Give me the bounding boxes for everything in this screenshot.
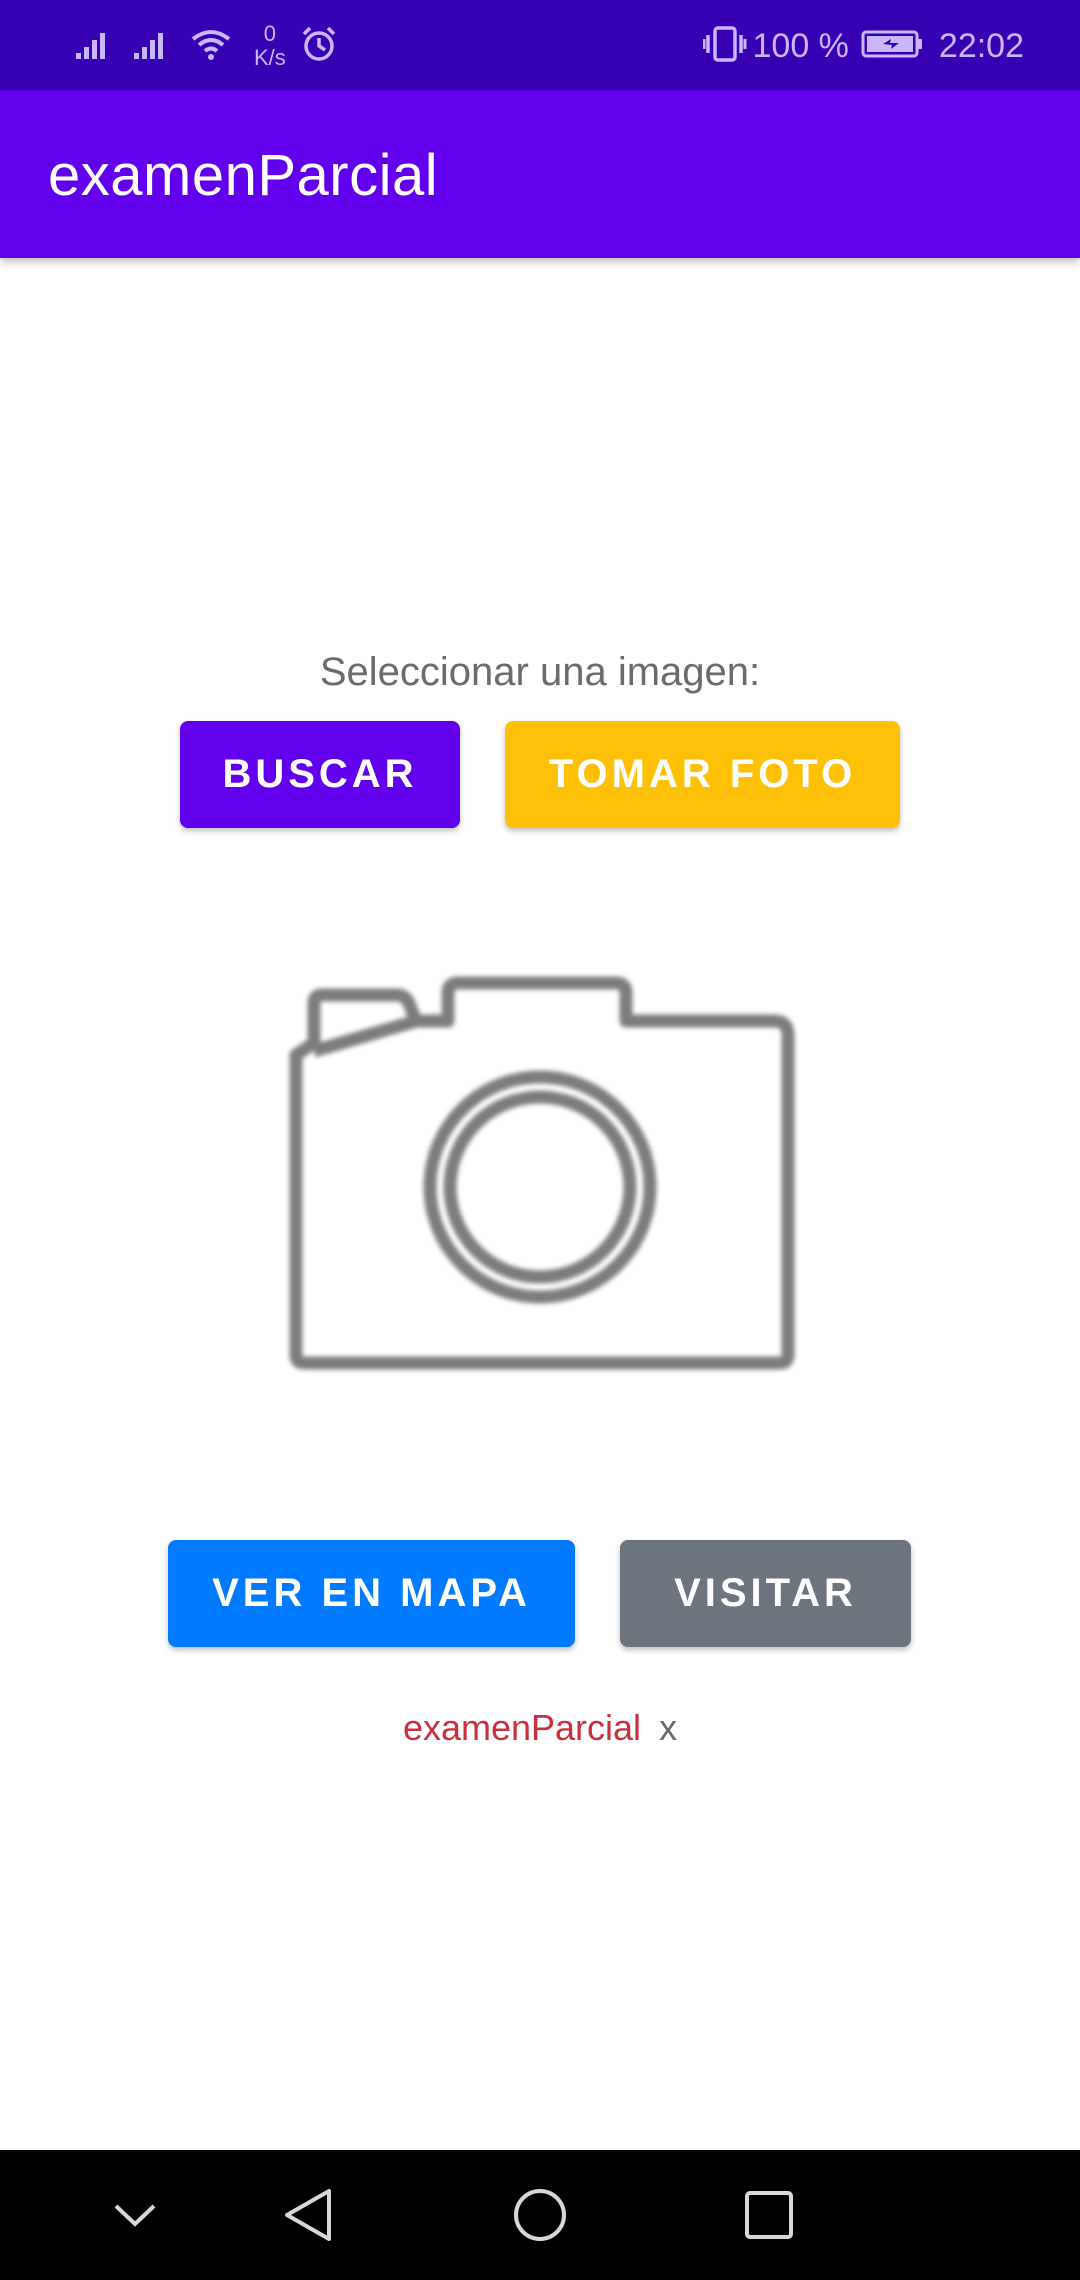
status-bar-left: 0 K/s (74, 18, 338, 74)
chevron-down-icon[interactable] (90, 2170, 180, 2260)
net-speed-value: 0 (263, 21, 277, 46)
camera-icon (280, 955, 800, 1375)
signal-icon (132, 27, 172, 66)
tomar-foto-button[interactable]: TOMAR FOTO (505, 721, 900, 828)
battery-icon (861, 29, 923, 64)
select-image-prompt: Seleccionar una imagen: (319, 650, 761, 694)
recents-icon[interactable] (724, 2170, 814, 2260)
alarm-icon (300, 25, 338, 68)
footer-line: examenParcial x (0, 1707, 1080, 1749)
footer-app-name: examenParcial (402, 1707, 642, 1748)
app-bar: examenParcial (0, 90, 1080, 258)
visitar-button[interactable]: VISITAR (620, 1540, 911, 1647)
app-title: examenParcial (48, 143, 439, 208)
ver-en-mapa-button[interactable]: VER EN MAPA (168, 1540, 575, 1647)
net-speed: 0 K/s (254, 22, 286, 70)
battery-percent: 100 % (752, 26, 849, 65)
back-icon[interactable] (264, 2170, 354, 2260)
navigation-bar (0, 2150, 1080, 2280)
footer-x: x (659, 1707, 678, 1748)
vibrate-icon (702, 25, 747, 68)
home-icon[interactable] (495, 2170, 585, 2260)
clock: 22:02 (938, 26, 1024, 65)
status-bar-right: 100 % 22:02 (702, 18, 1024, 74)
status-bar: 0 K/s 100 % 22:02 (0, 0, 1080, 90)
signal-icon (74, 27, 114, 66)
wifi-icon (190, 27, 232, 66)
net-speed-unit: K/s (254, 45, 286, 70)
buscar-button[interactable]: BUSCAR (180, 721, 460, 828)
